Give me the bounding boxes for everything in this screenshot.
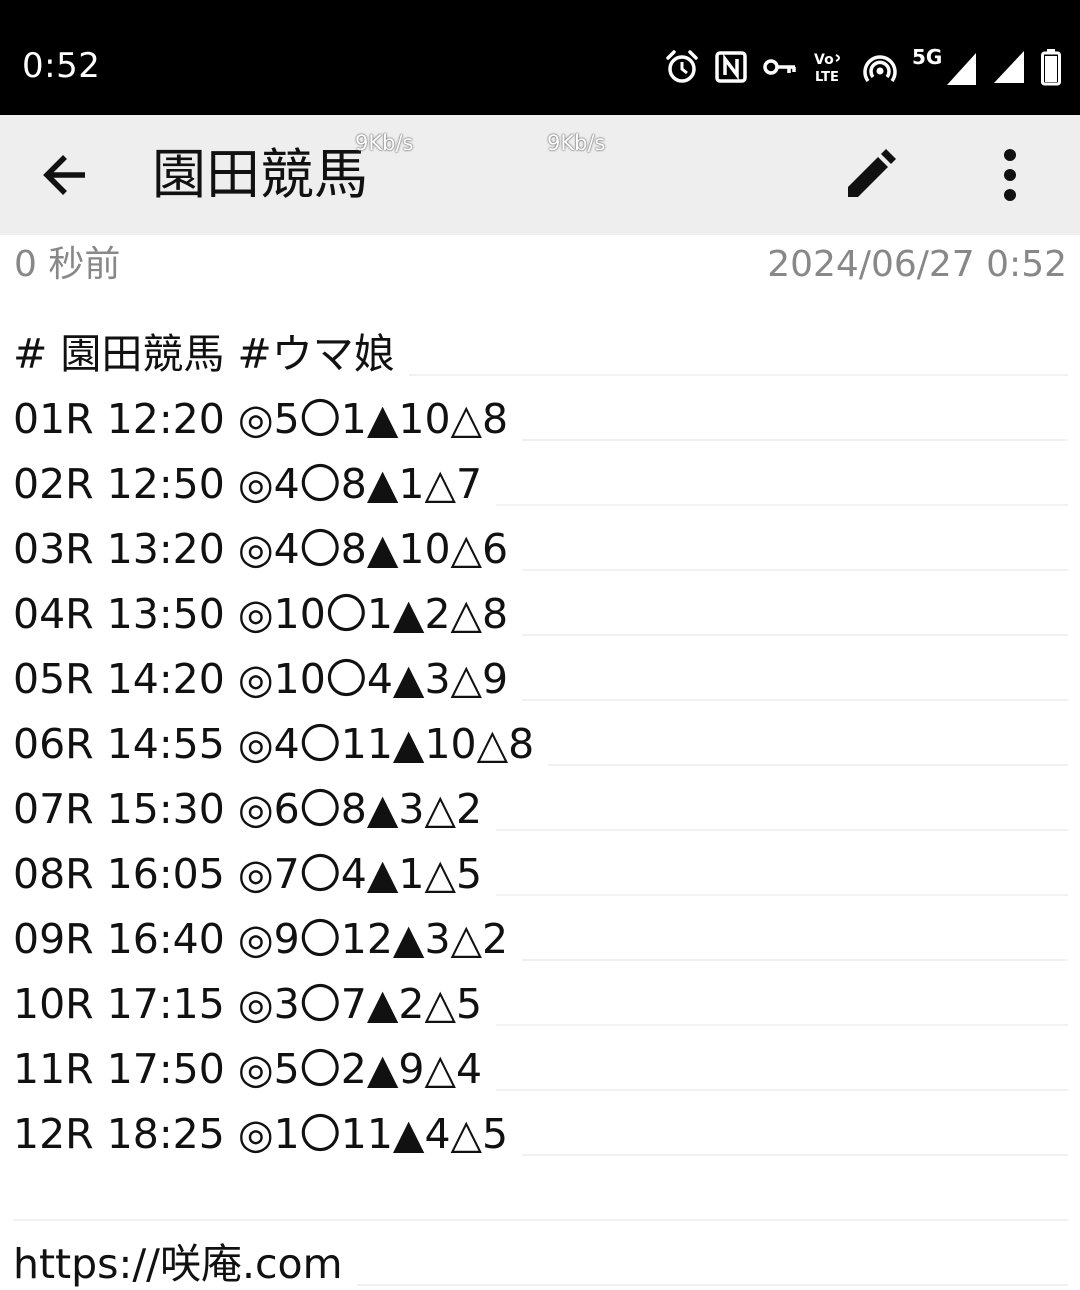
note-line-text: 01R 12:20 ◎5〇1▲10△8 bbox=[13, 393, 523, 445]
more-vert-icon bbox=[1004, 149, 1016, 201]
note-line: # 園田競馬 #ウマ娘 bbox=[13, 311, 1068, 380]
note-line-text: 05R 14:20 ◎10〇4▲3△9 bbox=[13, 653, 523, 705]
net-speed-indicator: 9Kb/s bbox=[355, 131, 414, 155]
note-line-text: 12R 18:25 ◎1〇11▲4△5 bbox=[13, 1108, 523, 1160]
note-line: 01R 12:20 ◎5〇1▲10△8 bbox=[13, 376, 1068, 445]
note-line: 08R 16:05 ◎7〇4▲1△5 bbox=[13, 831, 1068, 900]
signal-icon bbox=[992, 45, 1026, 89]
note-line: 07R 15:30 ◎6〇8▲3△2 bbox=[13, 766, 1068, 835]
note-line-text: 02R 12:50 ◎4〇8▲1△7 bbox=[13, 458, 497, 510]
net-speed-indicator: 9Kb/s bbox=[547, 131, 606, 155]
edit-button[interactable] bbox=[834, 139, 906, 211]
note-line-text: 08R 16:05 ◎7〇4▲1△5 bbox=[13, 848, 497, 900]
note-line: 04R 13:50 ◎10〇1▲2△8 bbox=[13, 571, 1068, 640]
volte-icon: Vo LTE bbox=[812, 45, 848, 89]
note-line: https://咲庵.com bbox=[13, 1221, 1068, 1290]
note-line: 05R 14:20 ◎10〇4▲3△9 bbox=[13, 636, 1068, 705]
signal-5g-icon: 5G bbox=[912, 45, 978, 89]
hotspot-icon bbox=[862, 45, 898, 89]
pencil-icon bbox=[848, 149, 896, 197]
status-time: 0:52 bbox=[22, 46, 101, 86]
note-line: 02R 12:50 ◎4〇8▲1△7 bbox=[13, 441, 1068, 510]
note-line: 10R 17:15 ◎3〇7▲2△5 bbox=[13, 961, 1068, 1030]
svg-text:Vo: Vo bbox=[814, 52, 834, 68]
more-options-button[interactable] bbox=[974, 139, 1046, 211]
back-button[interactable] bbox=[30, 139, 102, 211]
note-line bbox=[13, 1156, 1068, 1221]
arrow-back-icon bbox=[43, 155, 85, 195]
note-line-text: 10R 17:15 ◎3〇7▲2△5 bbox=[13, 978, 497, 1030]
note-line-text: 07R 15:30 ◎6〇8▲3△2 bbox=[13, 783, 497, 835]
status-icons: Vo LTE 5G bbox=[664, 45, 1062, 89]
nfc-icon bbox=[714, 45, 748, 89]
note-datetime: 2024/06/27 0:52 bbox=[767, 244, 1067, 285]
note-line-text: 03R 13:20 ◎4〇8▲10△6 bbox=[13, 523, 523, 575]
note-line-text: 09R 16:40 ◎9〇12▲3△2 bbox=[13, 913, 523, 965]
note-line: 11R 17:50 ◎5〇2▲9△4 bbox=[13, 1026, 1068, 1095]
note-line-link[interactable]: https://咲庵.com bbox=[13, 1238, 357, 1290]
relative-time: 0 秒前 bbox=[14, 244, 121, 285]
note-line-text: 04R 13:50 ◎10〇1▲2△8 bbox=[13, 588, 523, 640]
note-line: 12R 18:25 ◎1〇11▲4△5 bbox=[13, 1091, 1068, 1160]
svg-text:LTE: LTE bbox=[815, 70, 839, 85]
page-title: 園田競馬 bbox=[152, 143, 368, 206]
note-line-text: # 園田競馬 #ウマ娘 bbox=[13, 328, 409, 380]
app-toolbar: 園田競馬 9Kb/s 9Kb/s bbox=[0, 115, 1080, 235]
note-line-text: 06R 14:55 ◎4〇11▲10△8 bbox=[13, 718, 549, 770]
status-bar: 0:52 Vo LTE 5G bbox=[0, 0, 1080, 115]
battery-icon bbox=[1040, 45, 1062, 89]
note-line: 06R 14:55 ◎4〇11▲10△8 bbox=[13, 701, 1068, 770]
note-line-text: 11R 17:50 ◎5〇2▲9△4 bbox=[13, 1043, 497, 1095]
note-editor[interactable]: # 園田競馬 #ウマ娘 01R 12:20 ◎5〇1▲10△8 02R 12:5… bbox=[0, 311, 1080, 1290]
alarm-icon bbox=[664, 45, 700, 89]
vpn-key-icon bbox=[762, 45, 798, 89]
note-line: 03R 13:20 ◎4〇8▲10△6 bbox=[13, 506, 1068, 575]
note-line: 09R 16:40 ◎9〇12▲3△2 bbox=[13, 896, 1068, 965]
